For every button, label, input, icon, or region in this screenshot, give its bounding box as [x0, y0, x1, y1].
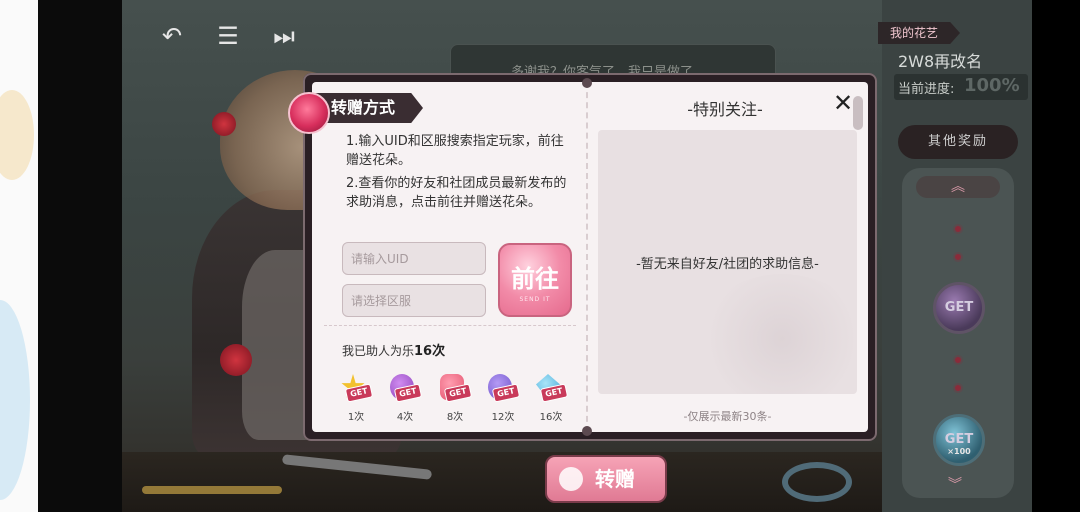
reward-milestone-5[interactable]: GET	[533, 372, 569, 406]
send-flower-label: 转赠	[595, 467, 635, 491]
reward-milestone-1[interactable]: GET	[338, 372, 374, 406]
uid-input[interactable]	[342, 242, 486, 275]
empty-message: -暂无来自好友/社团的求助信息-	[636, 257, 819, 272]
divider-dot	[582, 426, 592, 436]
helped-count: 16次	[414, 344, 446, 359]
send-flower-button[interactable]: 转赠	[545, 455, 667, 503]
get-reward-button-100[interactable]: GET ×100	[933, 414, 985, 466]
go-button-sublabel: SEND IT	[519, 296, 551, 303]
other-rewards-button[interactable]: 其他奖励	[898, 125, 1018, 159]
divider-dot	[582, 78, 592, 88]
dialog-divider	[586, 82, 588, 432]
right-edge-black	[1032, 0, 1080, 512]
skip-icon[interactable]: ⏭	[270, 22, 298, 50]
rose-icon	[288, 92, 330, 134]
left-edge-strip	[0, 0, 38, 512]
helped-prefix: 我已助人为乐	[342, 344, 415, 358]
top-nav: ↶ ☰ ⏭	[158, 22, 298, 50]
get-label: GET	[944, 432, 974, 447]
section-divider	[324, 325, 576, 326]
scroll-up-icon[interactable]: ︽	[916, 176, 1000, 198]
helped-count-text: 我已助人为乐16次	[342, 340, 445, 359]
reward-count-3: 8次	[446, 412, 464, 423]
progress-label: 当前进度:	[898, 82, 955, 97]
chain-decoration	[142, 486, 282, 494]
special-attention-title: -特别关注-	[687, 100, 763, 119]
back-arrow-icon[interactable]: ↶	[158, 22, 186, 50]
scene-floor	[122, 452, 882, 512]
reward-milestone-4[interactable]: GET	[485, 372, 521, 406]
get-reward-button[interactable]: GET	[933, 282, 985, 334]
instruction-2: 2.查看你的好友和社团成员最新发布的求助消息，点击前往并赠送花朵。	[346, 176, 567, 210]
list-footnote: -仅展示最新30条-	[683, 410, 772, 423]
flower-icon	[559, 467, 583, 491]
reward-count: ×100	[947, 447, 971, 456]
scissors-icon	[782, 462, 852, 502]
track-dot	[953, 355, 963, 365]
track-dot	[953, 383, 963, 393]
go-button[interactable]: 前往 SEND IT	[498, 243, 572, 317]
instruction-1: 1.输入UID和区服搜索指定玩家，前往赠送花朵。	[346, 134, 564, 168]
server-select[interactable]	[342, 284, 486, 317]
get-label: GET	[944, 300, 974, 315]
reward-count-4: 12次	[491, 412, 515, 423]
list-icon[interactable]: ☰	[214, 22, 242, 50]
player-name: 2W8再改名	[898, 52, 983, 71]
scroll-down-icon[interactable]: ︾	[948, 474, 962, 494]
reward-count-1: 1次	[347, 412, 365, 423]
track-dot	[953, 252, 963, 262]
progress-display: 当前进度: 100%	[894, 74, 1028, 100]
floral-watermark	[697, 274, 857, 394]
go-button-label: 前往	[511, 265, 559, 293]
reward-milestone-3[interactable]: GET	[437, 372, 473, 406]
track-dot	[953, 224, 963, 234]
my-floral-tag: 我的花艺	[878, 22, 960, 44]
hand-rose-decoration	[220, 344, 252, 376]
progress-value: 100%	[964, 75, 1020, 96]
list-scrollbar[interactable]	[853, 96, 863, 130]
reward-count-2: 4次	[396, 412, 414, 423]
reward-count-5: 16次	[539, 412, 563, 423]
hair-rose-decoration	[212, 112, 236, 136]
reward-milestone-2[interactable]: GET	[387, 372, 423, 406]
